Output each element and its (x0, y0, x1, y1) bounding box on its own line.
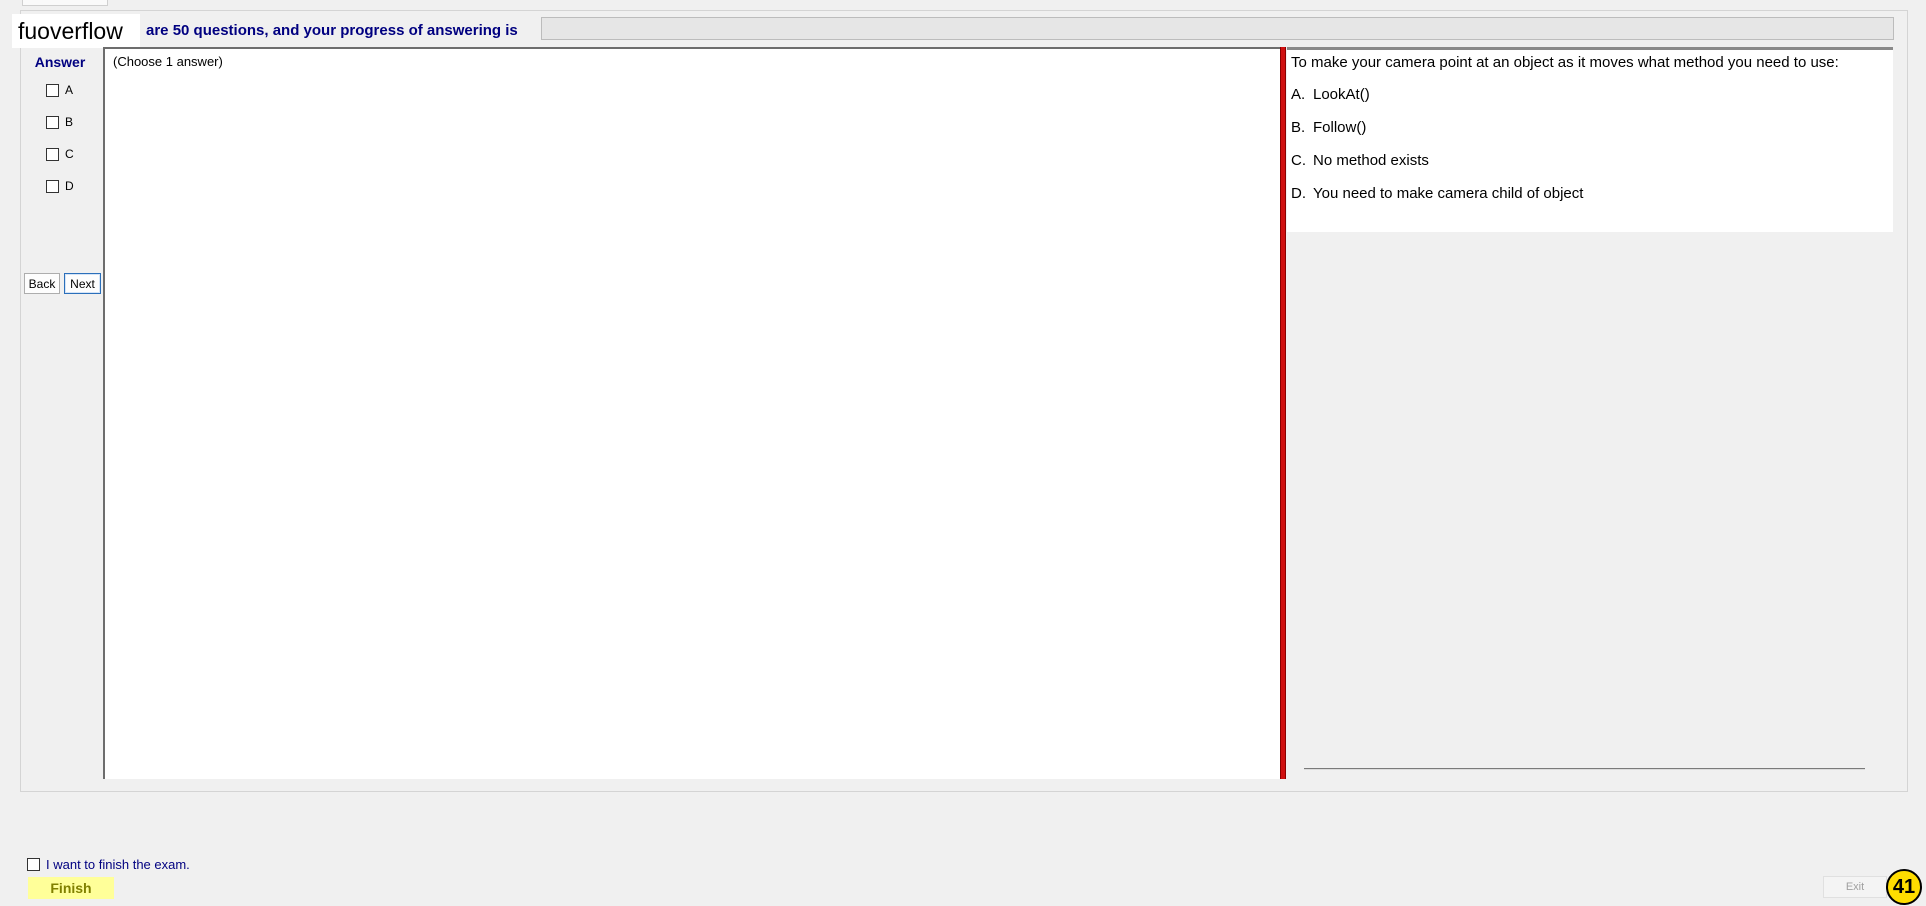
next-button[interactable]: Next (64, 273, 101, 294)
answer-option-a[interactable]: A (46, 82, 73, 98)
question-choice-b: B. Follow() (1291, 119, 1366, 136)
answer-option-a-label: A (65, 83, 74, 97)
choice-key: A. (1291, 86, 1306, 103)
panel-splitter[interactable] (1280, 47, 1286, 779)
question-choice-d: D. You need to make camera child of objec… (1291, 185, 1583, 202)
choice-key: C. (1291, 152, 1306, 169)
choice-key: B. (1291, 119, 1306, 136)
answer-option-a-checkbox[interactable] (46, 83, 59, 97)
answer-option-c[interactable]: C (46, 146, 74, 162)
question-text: To make your camera point at an object a… (1291, 54, 1839, 71)
brand-label: fuoverflow (12, 14, 140, 48)
question-choice-c: C. No method exists (1291, 152, 1429, 169)
answer-option-d[interactable]: D (46, 178, 74, 194)
choice-text: LookAt() (1313, 86, 1370, 103)
finish-confirm-checkbox[interactable] (27, 857, 40, 871)
answer-option-d-checkbox[interactable] (46, 179, 59, 193)
top-tab[interactable] (22, 0, 108, 6)
question-panel: To make your camera point at an object a… (1287, 47, 1893, 232)
finish-button[interactable]: Finish (28, 877, 114, 899)
answer-option-d-label: D (65, 179, 74, 193)
answer-option-b-label: B (65, 115, 74, 129)
answer-option-b[interactable]: B (46, 114, 73, 130)
answer-heading: Answer (34, 54, 86, 70)
exit-button[interactable]: Exit (1823, 876, 1887, 898)
choice-text: Follow() (1313, 119, 1367, 136)
finish-confirm-checkbox-row[interactable]: I want to finish the exam. (27, 856, 190, 872)
progress-bar (541, 17, 1894, 40)
choose-hint: (Choose 1 answer) (113, 54, 223, 69)
progress-status-text: are 50 questions, and your progress of a… (146, 22, 518, 39)
answer-option-b-checkbox[interactable] (46, 115, 59, 129)
answer-option-c-checkbox[interactable] (46, 147, 59, 161)
right-divider-highlight (1304, 769, 1865, 770)
answer-workspace-panel[interactable]: (Choose 1 answer) (103, 47, 1281, 779)
question-choice-a: A. LookAt() (1291, 86, 1370, 103)
choice-text: You need to make camera child of object (1313, 185, 1584, 202)
counter-badge: 41 (1886, 869, 1922, 905)
back-button[interactable]: Back (24, 273, 60, 294)
choice-key: D. (1291, 185, 1306, 202)
finish-confirm-label: I want to finish the exam. (46, 856, 190, 872)
answer-option-c-label: C (65, 147, 74, 161)
choice-text: No method exists (1313, 152, 1429, 169)
